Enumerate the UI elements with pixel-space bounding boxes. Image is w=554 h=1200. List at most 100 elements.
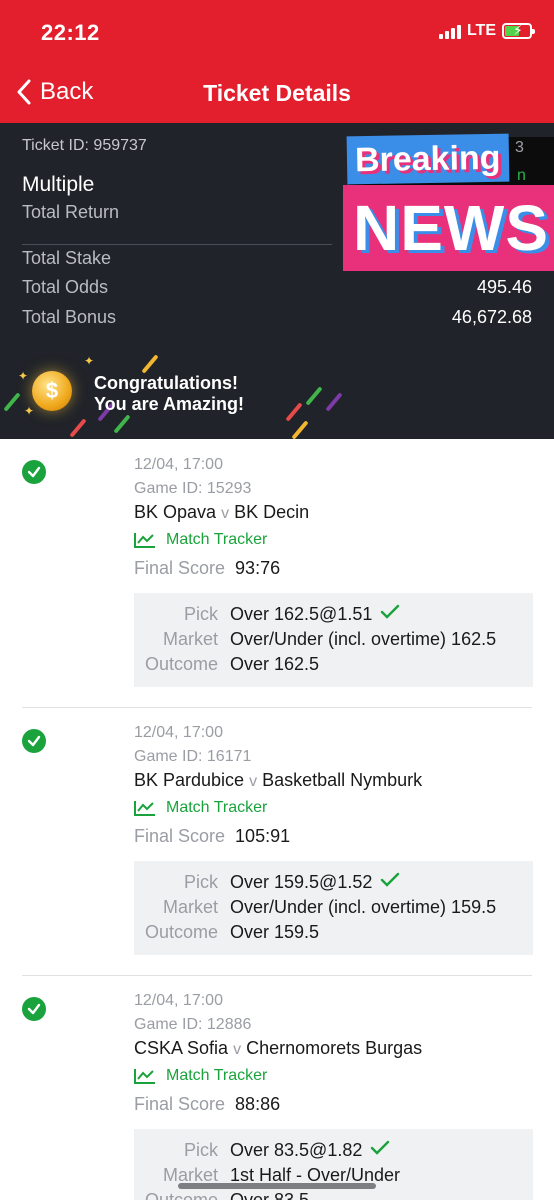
coin-icon: $ xyxy=(32,371,72,411)
total-return-label: Total Return xyxy=(22,202,120,222)
congrats-title: Congratulations! xyxy=(94,373,238,393)
status-time: 22:12 xyxy=(41,20,100,45)
signal-icon xyxy=(438,23,461,39)
congrats-banner: Congratulations! You are Amazing! xyxy=(94,373,244,415)
market-label: Market xyxy=(162,629,218,649)
pick-details: Pick Over 83.5@1.82 Market 1st Half - Ov… xyxy=(134,1129,533,1200)
match-datetime: 12/04, 17:00 xyxy=(134,724,223,741)
confetti xyxy=(285,402,303,422)
final-score-label: Final Score xyxy=(134,1094,226,1114)
pick-value: Over 162.5@1.51 xyxy=(230,604,373,624)
total-odds-value: 495.46 xyxy=(476,277,532,297)
network-label: LTE xyxy=(466,22,496,39)
outcome-value: Over 162.5 xyxy=(230,654,320,674)
match-datetime: 12/04, 17:00 xyxy=(134,456,223,473)
outcome-label: Outcome xyxy=(144,1190,218,1200)
confetti xyxy=(3,392,21,412)
total-stake-label: Total Stake xyxy=(22,248,112,268)
home-indicator[interactable] xyxy=(178,1183,376,1189)
line-chart-icon xyxy=(134,801,155,816)
confetti xyxy=(113,414,131,434)
away-team: BK Decin xyxy=(234,502,310,522)
market-label: Market xyxy=(162,897,218,917)
match-tracker-label: Match Tracker xyxy=(166,1067,268,1084)
match-tracker-label: Match Tracker xyxy=(166,531,268,548)
home-team: BK Pardubice xyxy=(134,770,245,790)
game-id: Game ID: 12886 xyxy=(134,1016,252,1033)
away-team: Basketball Nymburk xyxy=(262,770,423,790)
sparkle-icon: ✦ xyxy=(24,404,35,418)
check-circle-icon xyxy=(22,460,46,484)
pick-label: Pick xyxy=(183,1140,218,1160)
checkmark-icon xyxy=(381,604,400,619)
confetti xyxy=(291,420,309,439)
sticker-breaking: Breaking xyxy=(346,133,509,185)
versus-label: v xyxy=(249,773,258,790)
match-teams: BK Pardubice v Basketball Nymburk xyxy=(134,770,422,791)
pick-row: Pick Over 162.5@1.51 xyxy=(134,604,533,625)
pick-row: Pick Over 83.5@1.82 xyxy=(134,1140,533,1161)
final-score-label: Final Score xyxy=(134,558,226,578)
final-score-value: 105:91 xyxy=(235,826,291,846)
checkmark-icon xyxy=(381,872,400,887)
total-bonus-row: Total Bonus 46,672.68 xyxy=(22,307,532,328)
pick-details: Pick Over 162.5@1.51 Market Over/Under (… xyxy=(134,593,533,687)
market-row: Market Over/Under (incl. overtime) 159.5 xyxy=(134,897,533,918)
final-score-value: 93:76 xyxy=(235,558,281,578)
check-circle-icon xyxy=(22,997,46,1021)
match-tracker-link[interactable]: Match Tracker xyxy=(134,799,267,817)
outcome-value: Over 83.5 xyxy=(230,1190,310,1200)
versus-label: v xyxy=(221,505,230,522)
confetti xyxy=(69,418,87,438)
final-score: Final Score 105:91 xyxy=(134,826,290,847)
match-tracker-link[interactable]: Match Tracker xyxy=(134,1067,267,1085)
versus-label: v xyxy=(233,1041,242,1058)
pick-value: Over 159.5@1.52 xyxy=(230,872,373,892)
outcome-label: Outcome xyxy=(144,654,218,674)
confetti xyxy=(325,392,343,412)
home-team: BK Opava xyxy=(134,502,217,522)
confetti xyxy=(141,354,159,374)
line-chart-icon xyxy=(134,533,155,548)
page-title: Ticket Details xyxy=(203,80,351,106)
obscured-text: n xyxy=(517,167,526,184)
sparkle-icon: ✦ xyxy=(84,354,95,368)
pick-row: Pick Over 159.5@1.52 xyxy=(134,872,533,893)
obscured-text: 3 xyxy=(515,139,524,156)
ticket-id: Ticket ID: 959737 xyxy=(22,137,147,154)
check-circle-icon xyxy=(22,729,46,753)
divider xyxy=(22,244,332,245)
final-score-label: Final Score xyxy=(134,826,226,846)
game-id: Game ID: 16171 xyxy=(134,748,252,765)
market-value: Over/Under (incl. overtime) 159.5 xyxy=(230,897,497,917)
total-odds-label: Total Odds xyxy=(22,277,109,297)
checkmark-icon xyxy=(371,1140,390,1155)
final-score: Final Score 93:76 xyxy=(134,558,280,579)
outcome-row: Outcome Over 162.5 xyxy=(134,654,533,675)
outcome-row: Outcome Over 83.5 xyxy=(134,1190,533,1200)
ticket-summary: Ticket ID: 959737 Multiple Total Return … xyxy=(0,123,554,439)
pick-label: Pick xyxy=(183,604,218,624)
sticker-news: NEWS xyxy=(343,185,554,271)
final-score-value: 88:86 xyxy=(235,1094,281,1114)
away-team: Chernomorets Burgas xyxy=(246,1038,423,1058)
divider xyxy=(22,975,532,976)
confetti xyxy=(305,386,323,406)
match-teams: BK Opava v BK Decin xyxy=(134,502,309,523)
pick-value: Over 83.5@1.82 xyxy=(230,1140,363,1160)
pick-details: Pick Over 159.5@1.52 Market Over/Under (… xyxy=(134,861,533,955)
header: 22:12 LTE ⚡ Back Ticket Details xyxy=(0,0,554,123)
status-icons: LTE ⚡ xyxy=(438,22,535,40)
match-tracker-label: Match Tracker xyxy=(166,799,268,816)
total-bonus-label: Total Bonus xyxy=(22,307,117,327)
line-chart-icon xyxy=(134,1069,155,1084)
breaking-news-sticker: 3 n Breaking NEWS xyxy=(325,127,554,275)
divider xyxy=(22,707,532,708)
match-datetime: 12/04, 17:00 xyxy=(134,992,223,1009)
battery-charging-icon: ⚡ xyxy=(502,22,535,39)
final-score: Final Score 88:86 xyxy=(134,1094,280,1115)
match-tracker-link[interactable]: Match Tracker xyxy=(134,531,267,549)
market-row: Market Over/Under (incl. overtime) 162.5 xyxy=(134,629,533,650)
market-value: Over/Under (incl. overtime) 162.5 xyxy=(230,629,497,649)
outcome-value: Over 159.5 xyxy=(230,922,320,942)
